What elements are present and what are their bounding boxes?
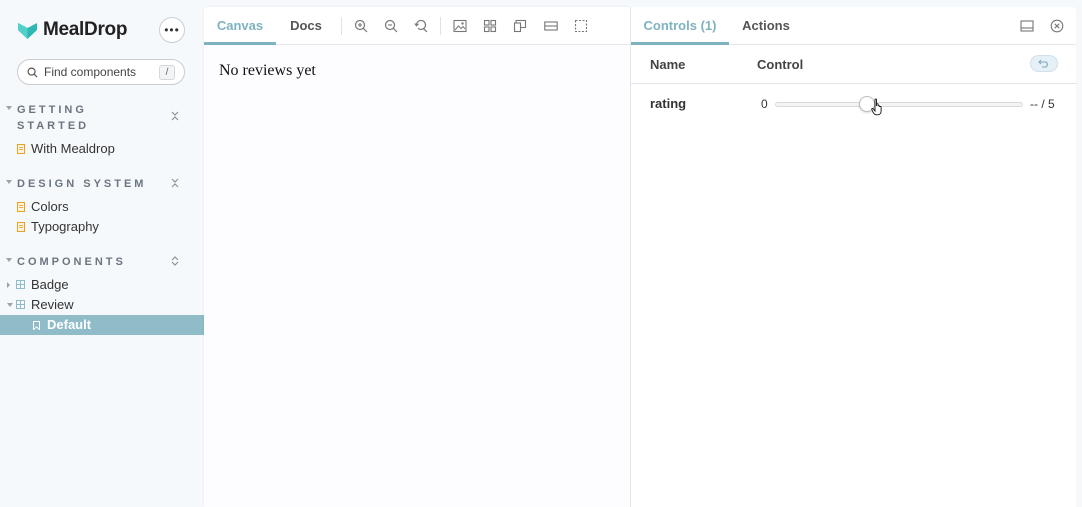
section-design-system[interactable]: DESIGN SYSTEM	[0, 176, 204, 192]
search-box[interactable]: /	[17, 59, 185, 85]
sidebar-item-review[interactable]: Review	[0, 295, 204, 315]
column-header-control: Control	[757, 57, 804, 72]
search-icon	[27, 67, 38, 78]
grid-icon[interactable]	[483, 19, 497, 33]
sidebar-item-label: Default	[47, 317, 92, 332]
document-icon	[17, 144, 25, 154]
rating-slider-track[interactable]	[775, 102, 1023, 107]
reset-controls-button[interactable]	[1030, 55, 1058, 72]
zoom-reset-icon[interactable]	[414, 19, 428, 33]
section-title: GETTING STARTED	[17, 104, 90, 132]
component-icon	[16, 300, 25, 309]
ellipsis-icon: •••	[164, 23, 180, 37]
undo-icon	[1038, 59, 1048, 68]
addons-panel: Controls (1) Actions Name Control rating…	[630, 7, 1077, 507]
section-title: COMPONENTS	[17, 256, 126, 268]
background-icon[interactable]	[453, 19, 467, 33]
sidebar-item-badge[interactable]: Badge	[0, 275, 204, 295]
document-icon	[17, 222, 25, 232]
close-icon[interactable]	[1050, 19, 1064, 33]
sidebar-item-label: Colors	[31, 199, 69, 214]
zoom-out-icon[interactable]	[384, 19, 398, 33]
measure-icon[interactable]	[544, 19, 558, 33]
chevron-down-icon	[7, 303, 13, 307]
canvas-empty-message: No reviews yet	[219, 62, 316, 79]
brand-name: MealDrop	[43, 19, 128, 40]
sidebar-item-label: Badge	[31, 277, 69, 292]
column-header-name: Name	[650, 57, 686, 72]
range-min-label: 0	[761, 97, 768, 111]
preview-toolbar: Canvas Docs	[204, 7, 630, 45]
chevron-right-icon	[7, 282, 10, 288]
document-icon	[17, 202, 25, 212]
bookmark-icon	[33, 321, 40, 330]
sidebar-menu-button[interactable]: •••	[159, 17, 185, 43]
sidebar-item-default-story[interactable]: Default	[0, 315, 204, 335]
toolbar-divider	[440, 17, 441, 35]
sidebar-item-label: Review	[31, 297, 74, 312]
sidebar-item-typography[interactable]: Typography	[0, 217, 204, 237]
tab-controls[interactable]: Controls (1)	[631, 7, 729, 45]
search-shortcut-key: /	[159, 65, 175, 80]
sidebar-item-label: With Mealdrop	[31, 141, 115, 156]
chevron-down-icon	[6, 106, 12, 110]
component-icon	[16, 280, 25, 289]
mealdrop-logo-icon	[18, 23, 37, 39]
outline-icon[interactable]	[574, 19, 588, 33]
range-max-label: -- / 5	[1030, 97, 1055, 111]
section-title: DESIGN SYSTEM	[17, 178, 147, 190]
collapse-icon[interactable]	[170, 111, 180, 121]
expand-icon[interactable]	[170, 256, 180, 266]
preview-panel: Canvas Docs No reviews yet	[204, 7, 630, 507]
chevron-down-icon	[6, 258, 12, 262]
tab-canvas[interactable]: Canvas	[204, 7, 276, 45]
collapse-icon[interactable]	[170, 178, 180, 188]
control-name: rating	[650, 96, 687, 111]
section-components[interactable]: COMPONENTS	[0, 254, 204, 270]
hand-pointer-cursor-icon	[871, 98, 882, 116]
sidebar-item-colors[interactable]: Colors	[0, 197, 204, 217]
addons-toolbar: Controls (1) Actions	[631, 7, 1076, 45]
brand[interactable]: MealDrop	[17, 17, 127, 43]
section-getting-started[interactable]: GETTING STARTED	[0, 102, 204, 134]
controls-table-header: Name Control	[631, 45, 1077, 84]
sidebar-item-label: Typography	[31, 219, 99, 234]
search-input[interactable]	[44, 65, 154, 79]
sidebar-item-with-mealdrop[interactable]: With Mealdrop	[0, 139, 204, 159]
zoom-in-icon[interactable]	[354, 19, 368, 33]
control-row-rating: rating 0 -- / 5	[631, 85, 1077, 123]
viewport-icon[interactable]	[513, 19, 527, 33]
chevron-down-icon	[6, 180, 12, 184]
panel-position-icon[interactable]	[1020, 19, 1034, 33]
tab-docs[interactable]: Docs	[276, 7, 336, 45]
sidebar: MealDrop ••• / GETTING STARTED With Meal…	[0, 0, 204, 507]
toolbar-divider	[341, 17, 342, 35]
tab-actions[interactable]: Actions	[729, 7, 803, 45]
